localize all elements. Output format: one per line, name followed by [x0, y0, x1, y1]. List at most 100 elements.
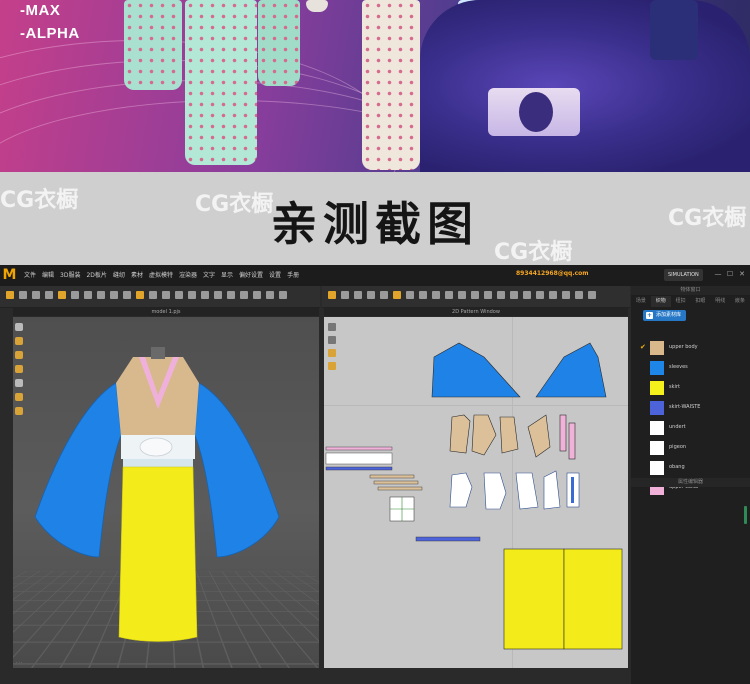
fabric-list-item[interactable]: ✔ upper body — [631, 338, 750, 358]
add-material-button[interactable]: + 添加素材库 — [643, 310, 687, 321]
bodice-pattern[interactable] — [471, 414, 497, 456]
tool-icon[interactable] — [575, 291, 583, 299]
fabric-list-item[interactable]: skirt-WAISTE — [631, 398, 750, 418]
collar-pattern[interactable] — [568, 422, 576, 460]
tool-icon[interactable] — [471, 291, 479, 299]
tool-icon[interactable] — [432, 291, 440, 299]
tool-icon[interactable] — [419, 291, 427, 299]
fabric-list-item[interactable]: skirt — [631, 378, 750, 398]
tie-strip[interactable] — [373, 480, 419, 485]
2d-pattern-viewport[interactable] — [324, 317, 628, 668]
bodice-pattern[interactable] — [527, 414, 551, 458]
tool-icon[interactable] — [136, 291, 144, 299]
tool-icon[interactable] — [110, 291, 118, 299]
simulation-mode-button[interactable]: SIMULATION — [664, 269, 703, 281]
right-sleeve[interactable] — [194, 382, 280, 558]
menu-item-file[interactable]: 文件 — [24, 269, 36, 282]
waist-strip[interactable] — [325, 466, 393, 471]
scrollbar[interactable] — [744, 506, 747, 524]
skirt-pattern-left[interactable] — [503, 548, 565, 650]
polygon-icon[interactable] — [354, 291, 362, 299]
tab-2d-window[interactable]: 2D Pattern Window — [324, 308, 628, 316]
trim-strip[interactable] — [325, 446, 393, 451]
tool-icon[interactable] — [123, 291, 131, 299]
tool-icon[interactable] — [536, 291, 544, 299]
fabric-swatch[interactable] — [650, 361, 664, 375]
account-label[interactable]: 8934412968@qq.com — [516, 270, 589, 277]
bodice-pattern[interactable] — [499, 416, 519, 454]
fabric-swatch[interactable] — [650, 441, 664, 455]
tab-3d-window[interactable]: model 1.pjs — [13, 308, 319, 316]
move-icon[interactable] — [19, 291, 27, 299]
tool-icon[interactable] — [188, 291, 196, 299]
fabric-swatch[interactable] — [650, 381, 664, 395]
tool-icon[interactable] — [445, 291, 453, 299]
fabric-list-item[interactable]: pigeon — [631, 438, 750, 458]
tab-piping[interactable]: 嵌条 — [730, 296, 750, 307]
tool-icon[interactable] — [266, 291, 274, 299]
lining-pattern[interactable] — [483, 472, 507, 510]
tool-icon[interactable] — [214, 291, 222, 299]
tab-topstitch[interactable]: 明线 — [710, 296, 730, 307]
fabric-list-item[interactable]: obang — [631, 458, 750, 478]
tool-icon[interactable] — [484, 291, 492, 299]
3d-viewport[interactable]: · · · — [13, 317, 319, 668]
tool-icon[interactable] — [279, 291, 287, 299]
fold-icon[interactable] — [58, 291, 66, 299]
sleeve-pattern-right[interactable] — [535, 342, 607, 398]
tool-icon[interactable] — [253, 291, 261, 299]
maximize-icon[interactable]: ☐ — [726, 270, 734, 278]
menu-item-2d-pattern[interactable]: 2D板片 — [86, 269, 106, 282]
tab-fabric[interactable]: 织物 — [650, 296, 671, 307]
tie-strip[interactable] — [377, 486, 423, 491]
collar-pattern[interactable] — [559, 414, 567, 452]
internal-line-icon[interactable] — [393, 291, 401, 299]
obi-pattern[interactable] — [325, 452, 393, 465]
menu-item-avatar[interactable]: 虚拟模特 — [149, 269, 173, 282]
measure-icon[interactable] — [71, 291, 79, 299]
menu-item-display[interactable]: 显示 — [221, 269, 233, 282]
menu-item-materials[interactable]: 素材 — [131, 269, 143, 282]
waist-band[interactable] — [123, 459, 193, 467]
fabric-list-item[interactable]: undert — [631, 418, 750, 438]
lining-pattern[interactable] — [449, 472, 473, 508]
lining-pattern[interactable] — [543, 470, 561, 510]
rectangle-icon[interactable] — [367, 291, 375, 299]
dart-icon[interactable] — [406, 291, 414, 299]
skirt-pattern-right[interactable] — [563, 548, 623, 650]
menu-item-sewing[interactable]: 缝纫 — [113, 269, 125, 282]
bodice-pattern[interactable] — [449, 414, 471, 454]
menu-item-3d-garment[interactable]: 3D服装 — [60, 269, 80, 282]
menu-item-text[interactable]: 文字 — [203, 269, 215, 282]
close-icon[interactable]: ✕ — [738, 270, 746, 278]
minimize-icon[interactable]: — — [714, 270, 722, 278]
fabric-swatch[interactable] — [650, 461, 664, 475]
edit-point-icon[interactable] — [341, 291, 349, 299]
obi-bow[interactable] — [139, 437, 173, 457]
sleeve-pattern-left[interactable] — [431, 342, 521, 398]
tack-icon[interactable] — [45, 291, 53, 299]
fabric-list-item[interactable]: sleeves — [631, 358, 750, 378]
lining-pattern[interactable] — [515, 472, 539, 510]
arrange-icon[interactable] — [84, 291, 92, 299]
fabric-swatch[interactable] — [650, 421, 664, 435]
menu-item-manual[interactable]: 手册 — [287, 269, 299, 282]
skirt[interactable] — [118, 466, 198, 642]
tool-icon[interactable] — [510, 291, 518, 299]
tool-icon[interactable] — [162, 291, 170, 299]
tab-button[interactable]: 纽扣 — [671, 296, 691, 307]
tool-icon[interactable] — [149, 291, 157, 299]
tool-icon[interactable] — [497, 291, 505, 299]
tool-icon[interactable] — [227, 291, 235, 299]
menu-item-preferences[interactable]: 偏好设置 — [239, 269, 263, 282]
tab-scene[interactable]: 场景 — [631, 296, 651, 307]
fabric-swatch[interactable] — [650, 341, 664, 355]
pin-icon[interactable] — [32, 291, 40, 299]
tie-strip[interactable] — [369, 474, 415, 479]
tool-icon[interactable] — [549, 291, 557, 299]
garment-3d-model[interactable] — [13, 317, 319, 668]
stitch-icon[interactable] — [97, 291, 105, 299]
tool-icon[interactable] — [175, 291, 183, 299]
waistband-pattern[interactable] — [415, 536, 481, 542]
circle-icon[interactable] — [380, 291, 388, 299]
